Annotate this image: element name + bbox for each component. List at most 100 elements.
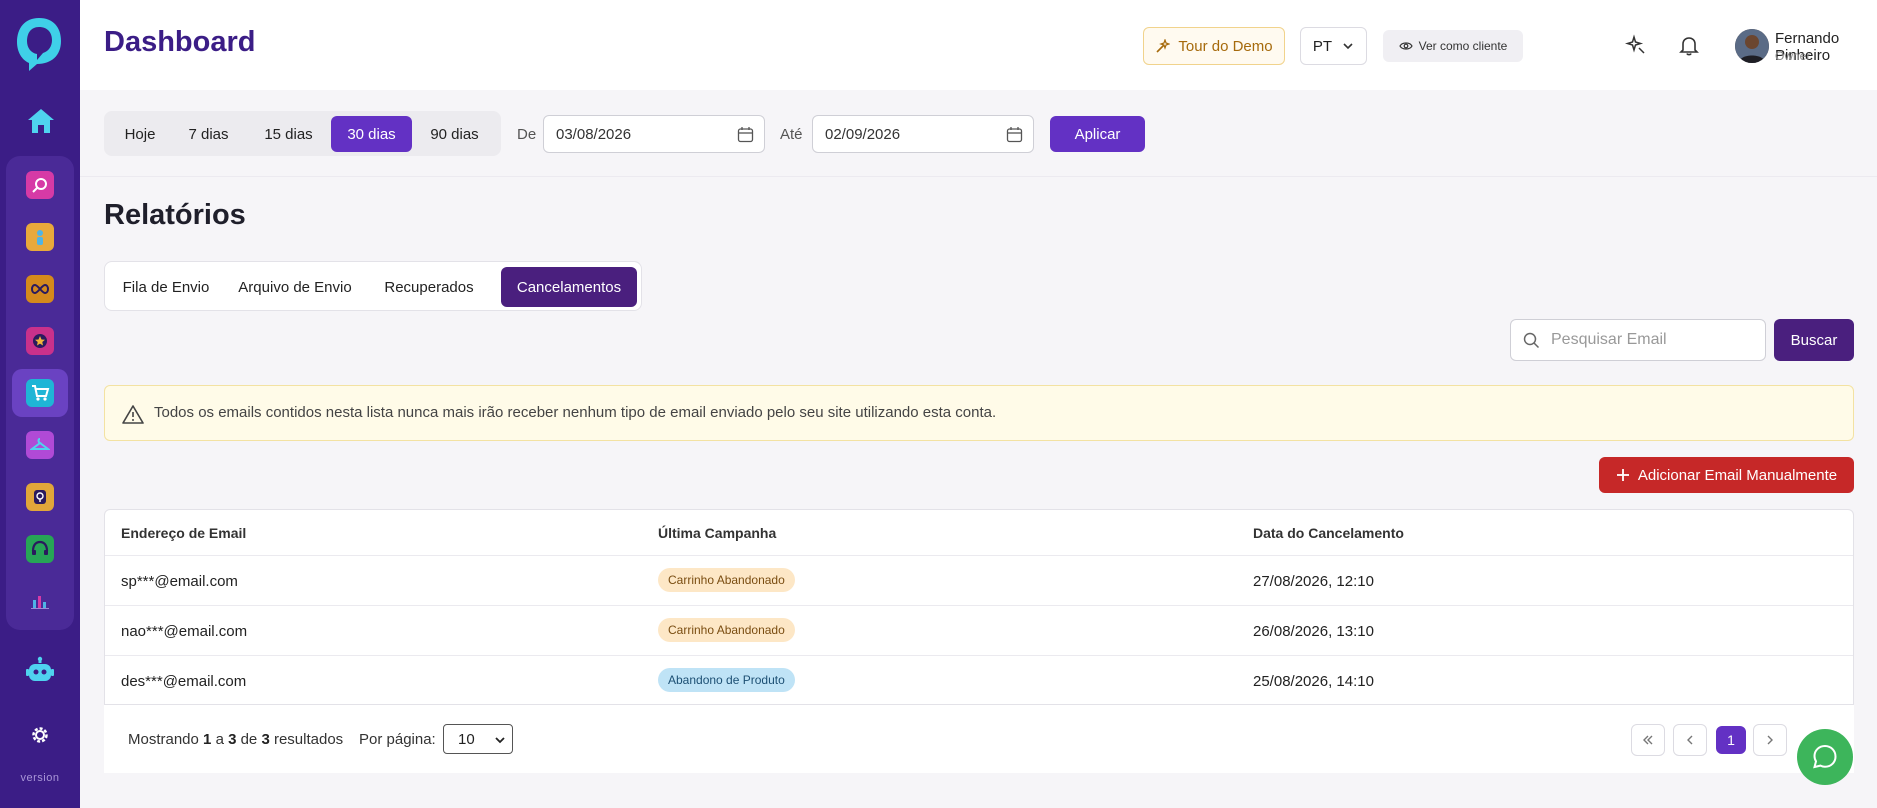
chevron-down-icon <box>1343 43 1353 50</box>
column-header-email[interactable]: Endereço de Email <box>121 525 246 541</box>
campaign-badge: Carrinho Abandonado <box>658 618 795 642</box>
star-badge-icon <box>26 327 54 355</box>
add-email-manually-button[interactable]: Adicionar Email Manualmente <box>1599 457 1854 493</box>
tour-demo-button[interactable]: Tour do Demo <box>1143 27 1285 65</box>
language-select[interactable]: PT <box>1300 27 1367 65</box>
first-page-button[interactable] <box>1631 724 1665 756</box>
eye-icon <box>1398 42 1413 50</box>
table-row[interactable]: sp***@email.com Carrinho Abandonado 27/0… <box>105 555 1853 605</box>
whatsapp-chat-button[interactable] <box>1797 729 1853 785</box>
infinity-icon <box>26 275 54 303</box>
campaign-badge: Abandono de Produto <box>658 668 795 692</box>
column-header-date[interactable]: Data do Cancelamento <box>1253 525 1404 541</box>
app-logo-icon[interactable] <box>13 14 65 74</box>
campaign-badge: Carrinho Abandonado <box>658 568 795 592</box>
period-15-days-button[interactable]: 15 dias <box>247 116 330 152</box>
add-email-label: Adicionar Email Manualmente <box>1637 466 1838 484</box>
search-placeholder: Pesquisar Email <box>1551 331 1667 348</box>
from-date-value: 03/08/2026 <box>556 125 632 143</box>
showing-prefix: Mostrando <box>128 731 199 748</box>
sidebar-item-person[interactable] <box>26 223 54 251</box>
search-button[interactable]: Buscar <box>1774 319 1854 361</box>
showing-suffix: resultados <box>273 731 344 748</box>
per-page-label: Por página: <box>359 731 436 748</box>
calendar-icon <box>737 127 754 143</box>
report-tabs: Fila de Envio Arquivo de Envio Recuperad… <box>104 261 642 311</box>
email-cell: des***@email.com <box>121 673 247 690</box>
tab-cancellations[interactable]: Cancelamentos <box>501 267 637 307</box>
tab-recovered[interactable]: Recuperados <box>369 267 489 307</box>
cart-icon <box>26 379 54 407</box>
warning-triangle-icon <box>122 405 144 424</box>
user-role: Owner <box>1775 49 1811 63</box>
top-header: Dashboard Tour do Demo PT Ver como clien… <box>80 0 1877 156</box>
sidebar-item-lightbulb[interactable] <box>26 483 54 511</box>
to-date-label: Até <box>780 126 803 143</box>
table-row[interactable]: nao***@email.com Carrinho Abandonado 26/… <box>105 605 1853 655</box>
search-icon <box>1523 332 1540 349</box>
sidebar-item-hanger[interactable] <box>26 431 54 459</box>
bar-chart-icon <box>26 587 54 615</box>
double-chevron-left-icon <box>1643 735 1653 745</box>
view-as-client-button[interactable]: Ver como cliente <box>1383 30 1523 62</box>
plus-icon <box>1616 469 1629 481</box>
apply-button[interactable]: Aplicar <box>1050 116 1145 152</box>
email-cell: sp***@email.com <box>121 573 238 590</box>
next-page-button[interactable] <box>1753 724 1787 756</box>
table-footer: Mostrando 1 a 3 de 3 resultados Por pági… <box>104 705 1854 773</box>
tab-send-archive[interactable]: Arquivo de Envio <box>225 267 365 307</box>
showing-to: 3 <box>228 731 237 748</box>
sidebar-item-infinity[interactable] <box>26 275 54 303</box>
period-30-days-button[interactable]: 30 dias <box>331 116 412 152</box>
date-cell: 25/08/2026, 14:10 <box>1253 673 1374 690</box>
sidebar-item-search[interactable] <box>26 171 54 199</box>
bell-icon[interactable] <box>1678 34 1700 56</box>
period-today-button[interactable]: Hoje <box>109 116 171 152</box>
calendar-icon <box>1006 127 1023 143</box>
header-divider <box>80 176 1877 177</box>
period-7-days-button[interactable]: 7 dias <box>171 116 246 152</box>
results-summary: Mostrando 1 a 3 de 3 resultados <box>128 731 343 748</box>
warning-banner: Todos os emails contidos nesta lista nun… <box>104 385 1854 441</box>
search-email-input[interactable]: Pesquisar Email <box>1510 319 1766 361</box>
magic-wand-icon <box>1156 38 1171 53</box>
showing-of: de <box>240 731 258 748</box>
sidebar-item-chart[interactable] <box>26 587 54 615</box>
chevron-right-icon <box>1767 735 1773 745</box>
headset-icon <box>26 535 54 563</box>
tour-demo-label: Tour do Demo <box>1178 37 1273 55</box>
date-cell: 27/08/2026, 12:10 <box>1253 573 1374 590</box>
sidebar-item-headset[interactable] <box>26 535 54 563</box>
gear-icon[interactable] <box>28 723 52 747</box>
period-selector: Hoje 7 dias 15 dias 30 dias 90 dias <box>104 111 501 156</box>
sidebar-item-star[interactable] <box>26 327 54 355</box>
chevron-left-icon <box>1687 735 1693 745</box>
view-as-client-label: Ver como cliente <box>1418 39 1508 53</box>
lightbulb-icon <box>26 483 54 511</box>
showing-total: 3 <box>261 731 270 748</box>
warning-text: Todos os emails contidos nesta lista nun… <box>154 404 997 421</box>
home-icon[interactable] <box>25 106 57 136</box>
robot-icon[interactable] <box>25 656 55 686</box>
person-icon <box>26 223 54 251</box>
chevron-down-icon <box>495 737 505 744</box>
page-title: Dashboard <box>104 26 256 58</box>
sparkle-icon[interactable] <box>1624 34 1647 56</box>
cancellations-table: Endereço de Email Última Campanha Data d… <box>104 509 1854 705</box>
per-page-select[interactable]: 10 <box>443 724 513 754</box>
table-row[interactable]: des***@email.com Abandono de Produto 25/… <box>105 655 1853 705</box>
period-90-days-button[interactable]: 90 dias <box>413 116 496 152</box>
to-date-value: 02/09/2026 <box>825 125 901 143</box>
previous-page-button[interactable] <box>1673 724 1707 756</box>
version-label: version <box>20 772 60 784</box>
page-1-button[interactable]: 1 <box>1716 726 1746 754</box>
showing-between: a <box>215 731 224 748</box>
to-date-input[interactable]: 02/09/2026 <box>812 115 1034 153</box>
tab-send-queue[interactable]: Fila de Envio <box>110 267 222 307</box>
sidebar-item-cart[interactable] <box>12 369 68 417</box>
avatar[interactable] <box>1735 29 1769 63</box>
from-date-input[interactable]: 03/08/2026 <box>543 115 765 153</box>
chat-bubble-icon <box>1813 744 1837 769</box>
from-date-label: De <box>517 126 537 143</box>
column-header-campaign[interactable]: Última Campanha <box>658 525 776 541</box>
